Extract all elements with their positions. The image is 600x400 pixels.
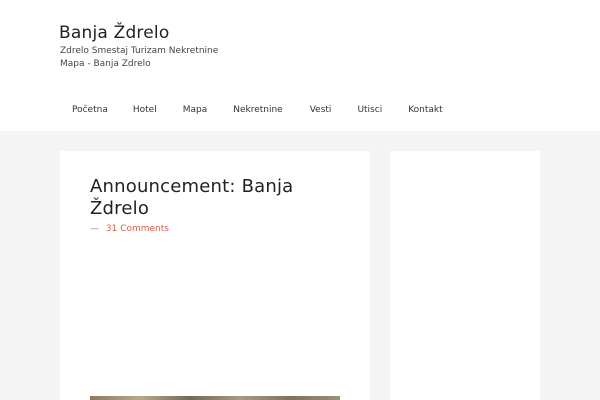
nav-item-nekretnine[interactable]: Nekretnine <box>233 105 283 119</box>
post-title: Announcement: Banja Ždrelo <box>90 176 294 219</box>
meta-dash: — <box>90 224 99 234</box>
nav-item-vesti[interactable]: Vesti <box>310 105 332 119</box>
sidebar <box>390 151 540 400</box>
comments-link[interactable]: 31 Comments <box>106 224 169 234</box>
site-tagline: Zdrelo Smestaj Turizam Nekretnine Mapa -… <box>60 46 219 69</box>
nav-item-mapa[interactable]: Mapa <box>183 105 208 119</box>
site-title[interactable]: Banja Ždrelo <box>59 23 169 43</box>
post-content: Announcement: Banja Ždrelo — 31 Comments <box>60 151 370 400</box>
nav-item-kontakt[interactable]: Kontakt <box>408 105 442 119</box>
site-header: Banja Ždrelo Zdrelo Smestaj Turizam Nekr… <box>0 0 600 131</box>
post-featured-image <box>90 396 340 400</box>
nav-item-hotel[interactable]: Hotel <box>133 105 157 119</box>
post-meta: — 31 Comments <box>90 224 169 234</box>
main-navigation: Početna Hotel Mapa Nekretnine Vesti Utis… <box>57 105 443 119</box>
nav-item-pocetna[interactable]: Početna <box>72 105 108 119</box>
nav-item-utisci[interactable]: Utisci <box>357 105 382 119</box>
